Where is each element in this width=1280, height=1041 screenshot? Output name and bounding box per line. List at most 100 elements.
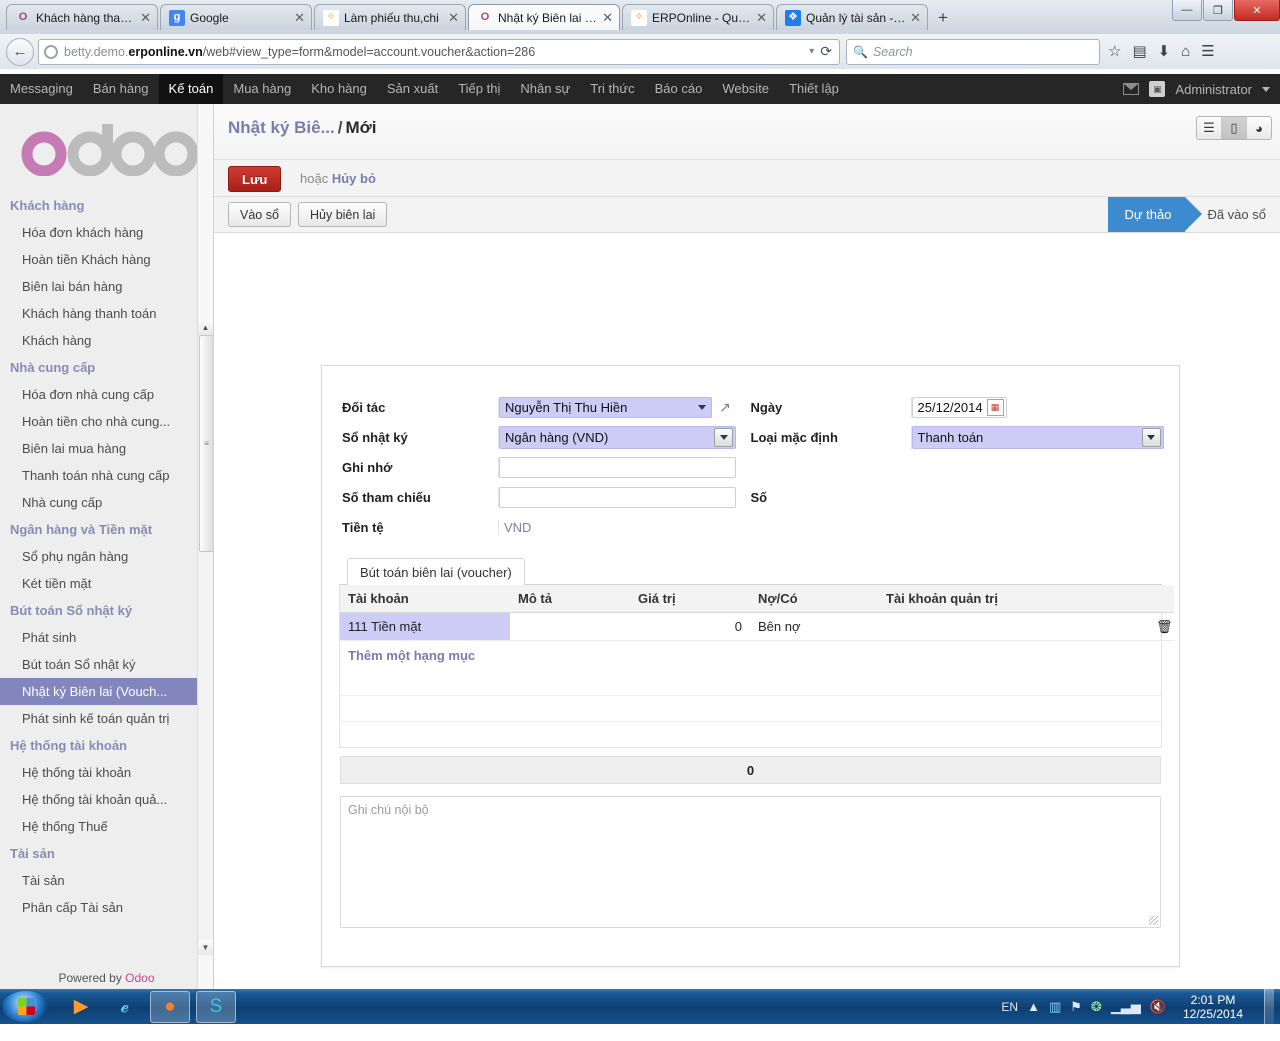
scroll-up-icon[interactable]: ▲ bbox=[198, 320, 213, 335]
sidebar-item-assets[interactable]: Tài sản bbox=[0, 867, 213, 894]
menu-item-marketing[interactable]: Tiếp thị bbox=[448, 74, 510, 104]
browser-tab[interactable]: O Khách hàng thanh to... ✕ bbox=[6, 4, 158, 30]
sidebar-item-customer-refunds[interactable]: Hoàn tiền Khách hàng bbox=[0, 246, 213, 273]
sidebar-item-journal-items[interactable]: Phát sinh bbox=[0, 624, 213, 651]
chevron-down-icon[interactable] bbox=[1141, 427, 1161, 447]
close-icon[interactable]: ✕ bbox=[910, 11, 921, 24]
post-button[interactable]: Vào sổ bbox=[228, 202, 291, 227]
close-icon[interactable]: ✕ bbox=[294, 11, 305, 24]
messages-envelope-icon[interactable] bbox=[1123, 83, 1140, 95]
column-amount[interactable]: Giá trị bbox=[630, 585, 750, 613]
sidebar-item-customer-payments[interactable]: Khách hàng thanh toán bbox=[0, 300, 213, 327]
tab-voucher-lines[interactable]: Bút toán biên lai (voucher) bbox=[347, 558, 525, 585]
menu-item-reporting[interactable]: Báo cáo bbox=[645, 74, 713, 104]
menu-item-messaging[interactable]: Messaging bbox=[0, 74, 83, 104]
sidebar-item-voucher-journal[interactable]: Nhật ký Biên lai (Vouch... bbox=[0, 678, 213, 705]
show-hidden-icon[interactable]: ▲ bbox=[1027, 1000, 1040, 1013]
default-type-select[interactable]: Thanh toán bbox=[911, 425, 1164, 449]
skype-icon[interactable]: S bbox=[196, 990, 236, 1023]
show-desktop-button[interactable] bbox=[1264, 989, 1274, 1024]
back-icon[interactable]: ← bbox=[6, 37, 34, 66]
list-view-icon[interactable]: ☰ bbox=[1197, 117, 1222, 139]
browser-tab[interactable]: g Google ✕ bbox=[160, 4, 312, 30]
window-close-button[interactable]: ✕ bbox=[1234, 0, 1280, 21]
menu-item-hr[interactable]: Nhân sự bbox=[510, 74, 580, 104]
scrollbar-thumb[interactable]: ≡ bbox=[199, 335, 213, 552]
sidebar-item-supplier-payments[interactable]: Thanh toán nhà cung cấp bbox=[0, 462, 213, 489]
downloads-icon[interactable]: ⬇ bbox=[1158, 44, 1171, 59]
discard-button[interactable]: Hủy bỏ bbox=[332, 171, 376, 186]
status-draft[interactable]: Dự thảo bbox=[1108, 197, 1203, 232]
cell-analytic-account[interactable] bbox=[878, 612, 1148, 641]
sidebar-item-bank-statements[interactable]: Sổ phụ ngân hàng bbox=[0, 543, 213, 570]
browser-tab[interactable]: ✧ ERPOnline - Quản lý t... ✕ bbox=[622, 4, 774, 30]
sidebar-item-supplier-refunds[interactable]: Hoàn tiền cho nhà cung... bbox=[0, 408, 213, 435]
cell-amount[interactable]: 0 bbox=[630, 612, 750, 641]
sidebar-item-chart-of-accounts[interactable]: Hệ thống tài khoản bbox=[0, 759, 213, 786]
sidebar-item-purchase-receipts[interactable]: Biên lai mua hàng bbox=[0, 435, 213, 462]
chevron-down-icon[interactable]: ▾ bbox=[809, 46, 814, 57]
minimize-button[interactable]: — bbox=[1172, 0, 1202, 21]
resize-handle[interactable] bbox=[1149, 916, 1158, 925]
browser-tab[interactable]: ❖ Quản lý tài sản - ERP... ✕ bbox=[776, 4, 928, 30]
chevron-down-icon[interactable] bbox=[698, 404, 706, 410]
sidebar-item-chart-of-taxes[interactable]: Hệ thống Thuế bbox=[0, 813, 213, 840]
bookmark-star-icon[interactable]: ☆ bbox=[1108, 44, 1121, 59]
graph-view-icon[interactable]: ◕ bbox=[1247, 117, 1271, 139]
start-orb-icon[interactable] bbox=[2, 991, 50, 1022]
sidebar-item-customer-invoices[interactable]: Hóa đơn khách hàng bbox=[0, 219, 213, 246]
internal-notes-field[interactable]: Ghi chú nội bộ bbox=[340, 796, 1161, 928]
menu-item-manufacturing[interactable]: Sản xuất bbox=[377, 74, 448, 104]
browser-search-box[interactable]: 🔍 Search bbox=[846, 38, 1100, 65]
cell-description[interactable] bbox=[510, 612, 630, 641]
sidebar-item-analytic-entries[interactable]: Phát sinh kế toán quản trị bbox=[0, 705, 213, 732]
sidebar-item-journal-entries[interactable]: Bút toán Sổ nhật ký bbox=[0, 651, 213, 678]
column-description[interactable]: Mô tả bbox=[510, 585, 630, 613]
memo-input[interactable] bbox=[499, 456, 736, 478]
address-bar[interactable]: betty.demo.erponline.vn/web#view_type=fo… bbox=[38, 38, 840, 65]
column-debit-credit[interactable]: Nợ/Có bbox=[750, 585, 878, 613]
network-drive-icon[interactable]: ▥ bbox=[1049, 1000, 1061, 1013]
menu-item-warehouse[interactable]: Kho hàng bbox=[301, 74, 377, 104]
close-icon[interactable]: ✕ bbox=[140, 11, 151, 24]
trash-icon[interactable]: 🗑 bbox=[1148, 612, 1174, 641]
menu-item-knowledge[interactable]: Tri thức bbox=[580, 74, 644, 104]
close-icon[interactable]: ✕ bbox=[448, 11, 459, 24]
table-row[interactable]: 111 Tiền mặt 0 Bên nợ 🗑 bbox=[340, 612, 1174, 641]
sidebar-scrollbar[interactable]: ▲ ≡ ▼ bbox=[197, 104, 213, 989]
menu-icon[interactable]: ☰ bbox=[1201, 44, 1214, 59]
sidebar-item-supplier-invoices[interactable]: Hóa đơn nhà cung cấp bbox=[0, 381, 213, 408]
sidebar-item-chart-of-analytic-accounts[interactable]: Hệ thống tài khoản quả... bbox=[0, 786, 213, 813]
reference-input[interactable] bbox=[499, 486, 736, 508]
menu-item-website[interactable]: Website bbox=[712, 74, 779, 104]
menu-item-settings[interactable]: Thiết lập bbox=[779, 74, 849, 104]
maximize-button[interactable]: ❐ bbox=[1203, 0, 1233, 21]
save-button[interactable]: Lưu bbox=[228, 166, 282, 192]
date-input[interactable]: 25/12/2014 ▦ bbox=[911, 396, 1007, 418]
reading-list-icon[interactable]: ▤ bbox=[1132, 44, 1146, 59]
antivirus-icon[interactable]: ❂ bbox=[1091, 1000, 1102, 1013]
browser-tab[interactable]: ✧ Làm phiếu thu,chi ✕ bbox=[314, 4, 466, 30]
internet-explorer-icon[interactable]: 𝓮 bbox=[106, 992, 144, 1022]
language-indicator[interactable]: EN bbox=[1001, 1000, 1018, 1014]
volume-muted-icon[interactable]: 🔇 bbox=[1150, 1000, 1166, 1013]
flag-icon[interactable]: ⚑ bbox=[1070, 1000, 1082, 1013]
sidebar-item-suppliers[interactable]: Nhà cung cấp bbox=[0, 489, 213, 516]
menu-item-purchases[interactable]: Mua hàng bbox=[223, 74, 301, 104]
sidebar-item-customers[interactable]: Khách hàng bbox=[0, 327, 213, 354]
form-view-icon[interactable]: ▯ bbox=[1222, 117, 1247, 139]
journal-select[interactable]: Ngân hàng (VND) bbox=[499, 425, 736, 449]
media-player-icon[interactable]: ▶ bbox=[62, 992, 100, 1022]
sidebar-item-sales-receipts[interactable]: Biên lai bán hàng bbox=[0, 273, 213, 300]
close-icon[interactable]: ✕ bbox=[756, 11, 767, 24]
chevron-down-icon[interactable] bbox=[714, 427, 733, 447]
firefox-icon[interactable]: ● bbox=[150, 990, 190, 1023]
calendar-icon[interactable]: ▦ bbox=[986, 398, 1004, 416]
browser-tab-active[interactable]: O Nhật ký Biên lai (Vou... ✕ bbox=[468, 4, 620, 30]
signal-icon[interactable]: ▁▃▅ bbox=[1111, 1000, 1141, 1013]
add-line-button[interactable]: Thêm một hạng mục bbox=[340, 641, 1161, 670]
reload-icon[interactable]: ⟳ bbox=[820, 43, 832, 60]
sidebar-item-asset-hierarchy[interactable]: Phân cấp Tài sản bbox=[0, 894, 213, 921]
open-partner-icon[interactable]: ↗ bbox=[719, 400, 731, 414]
home-icon[interactable]: ⌂ bbox=[1181, 44, 1190, 59]
